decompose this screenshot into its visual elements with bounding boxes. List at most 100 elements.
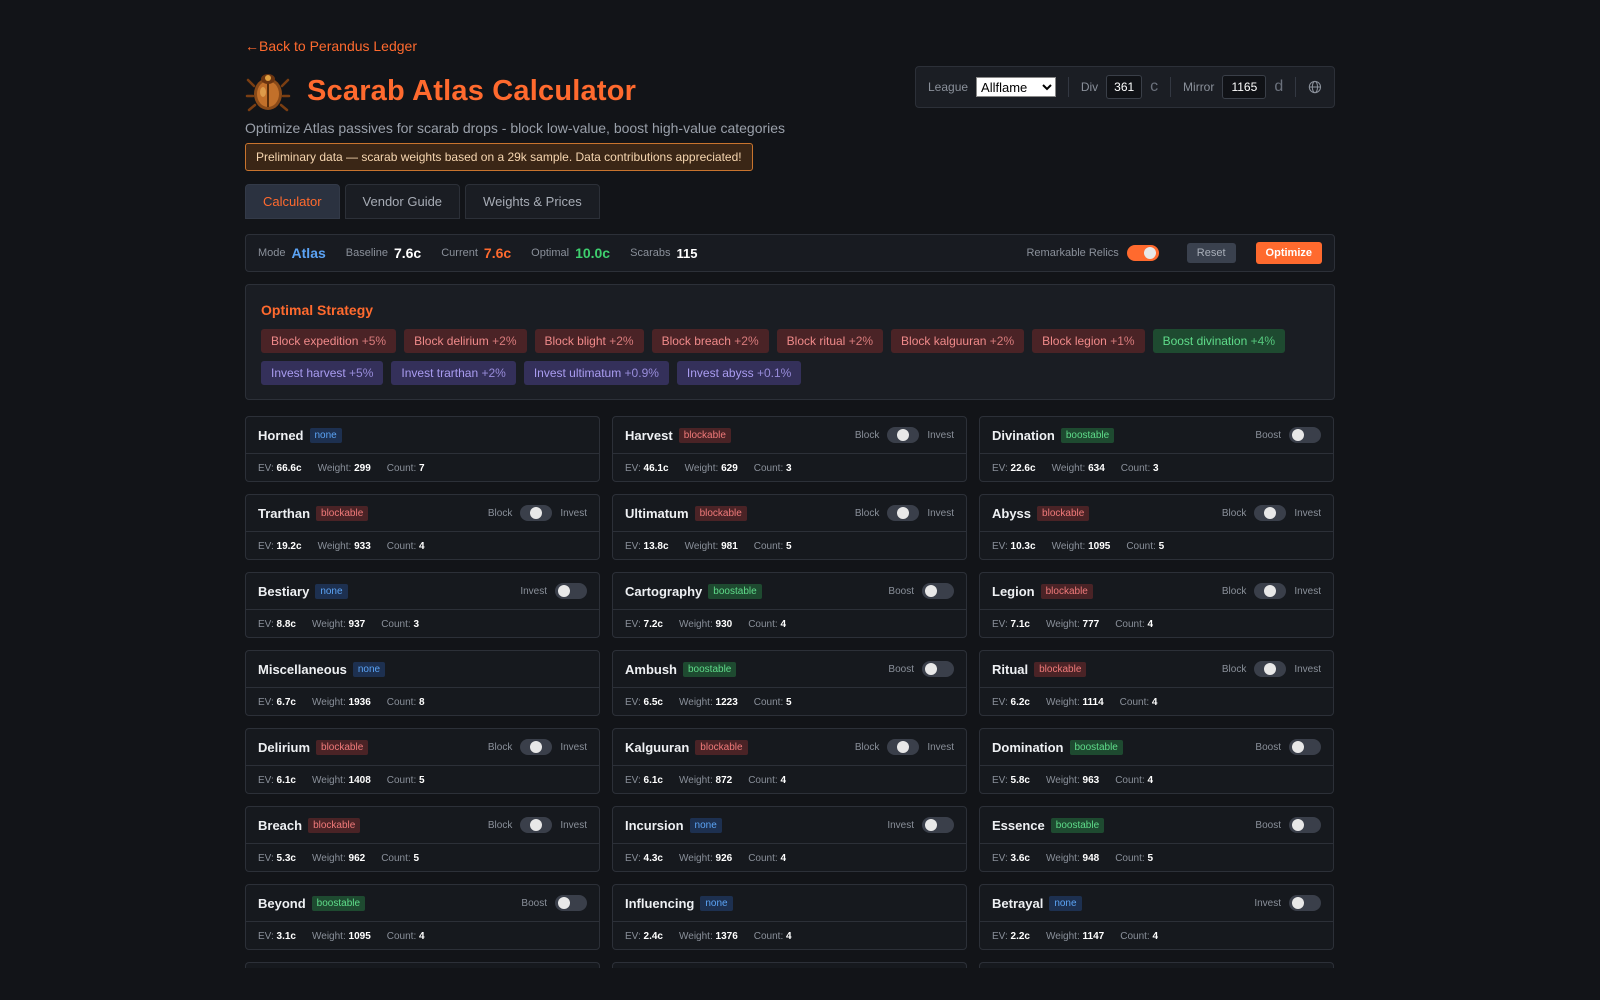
mode-value: Atlas	[291, 245, 326, 261]
ev-value: 5.8c	[1010, 774, 1030, 786]
weight-stat: Weight: 1114	[1046, 697, 1104, 708]
tab-vendor-guide[interactable]: Vendor Guide	[344, 184, 461, 219]
card-stats: EV: 5.8c Weight: 963 Count: 4	[980, 766, 1333, 794]
block-invest-toggle[interactable]	[887, 505, 920, 521]
boost-toggle[interactable]	[1289, 739, 1321, 755]
weight-stat: Weight: 926	[679, 853, 732, 864]
strategy-chip-text: Block blight	[544, 334, 606, 348]
category-controls: Invest	[520, 583, 587, 599]
strategy-chip-pct: +5%	[361, 334, 387, 348]
block-invest-toggle[interactable]	[520, 505, 553, 521]
block-invest-toggle[interactable]	[887, 427, 920, 443]
category-controls: Block Invest	[855, 739, 954, 755]
category-card: Ambush boostable Boost EV: 6.5c Weight: 1223…	[612, 650, 967, 716]
ev-stat: EV: 6.1c	[625, 775, 663, 786]
category-name: Beyond	[258, 895, 306, 911]
block-label: Block	[1221, 585, 1247, 597]
boost-toggle[interactable]	[1289, 817, 1321, 833]
invest-toggle[interactable]	[922, 817, 954, 833]
card-header: Ritual blockable Block Invest	[980, 651, 1333, 688]
weight-label: Weight:	[312, 852, 346, 864]
globe-icon[interactable]	[1308, 79, 1322, 95]
card-stats: EV: 46.1c Weight: 629 Count: 3	[613, 454, 966, 482]
boost-toggle[interactable]	[922, 583, 954, 599]
card-stats: EV: 5.3c Weight: 962 Count: 5	[246, 844, 599, 872]
category-name: Ambush	[625, 661, 677, 677]
block-invest-toggle[interactable]	[1254, 505, 1287, 521]
strategy-chip-text: Invest abyss	[686, 366, 754, 380]
block-invest-toggle[interactable]	[1254, 661, 1287, 677]
card-header: Miscellaneous none	[246, 651, 599, 688]
invest-toggle[interactable]	[1289, 895, 1321, 911]
current-label: Current	[441, 247, 478, 259]
card-stats: EV: 6.2c Weight: 1114 Count: 4	[980, 688, 1333, 716]
block-invest-toggle[interactable]	[1254, 583, 1287, 599]
weight-stat: Weight: 629	[685, 463, 738, 474]
card-header: Divination boostable Boost	[980, 417, 1333, 454]
block-invest-toggle[interactable]	[520, 739, 553, 755]
tab-calculator[interactable]: Calculator	[245, 184, 340, 219]
count-stat: Count: 3	[381, 619, 419, 630]
category-name: Incursion	[625, 817, 684, 833]
count-label: Count:	[748, 618, 778, 630]
card-header: Cartography boostable Boost	[613, 573, 966, 610]
count-label: Count:	[386, 930, 417, 942]
tab-bar: Calculator Vendor Guide Weights & Prices	[245, 184, 600, 219]
boost-toggle[interactable]	[922, 661, 954, 677]
boost-toggle[interactable]	[555, 895, 587, 911]
remarkable-relics-toggle[interactable]	[1126, 245, 1159, 261]
category-card: Delirium blockable Block Invest EV: 6.1c Weig…	[245, 728, 600, 794]
category-name: Essence	[992, 817, 1045, 833]
block-invest-toggle[interactable]	[520, 817, 553, 833]
div-unit: c	[1150, 78, 1159, 95]
count-value: 5	[419, 774, 425, 786]
back-link[interactable]: ←Back to Perandus Ledger	[245, 38, 417, 54]
boost-toggle[interactable]	[1289, 427, 1321, 443]
reset-button[interactable]: Reset	[1186, 243, 1236, 263]
count-stat: Count: 7	[387, 463, 425, 474]
category-controls: Block Invest	[488, 739, 587, 755]
count-label: Count:	[386, 540, 417, 552]
card-stats: EV: 6.1c Weight: 1408 Count: 5	[246, 766, 599, 794]
count-value: 5	[413, 852, 420, 864]
count-label: Count:	[753, 930, 784, 942]
weight-label: Weight:	[1046, 696, 1080, 708]
block-label: Block	[1221, 663, 1247, 675]
count-stat: Count: 5	[1126, 541, 1164, 552]
category-card: Divination boostable Boost EV: 22.6c Weight:…	[979, 416, 1334, 482]
ev-label: EV:	[625, 930, 641, 942]
weight-label: Weight:	[679, 618, 713, 630]
block-label: Block	[854, 741, 880, 753]
league-select[interactable]: Allflame	[976, 77, 1056, 97]
strategy-chip-text: Boost divination	[1162, 334, 1248, 348]
weight-value: 962	[348, 852, 366, 864]
weight-label: Weight:	[312, 696, 346, 708]
mirror-price-input[interactable]	[1222, 75, 1267, 99]
strategy-chip-pct: +2%	[492, 334, 517, 348]
category-card: Ritual blockable Block Invest EV: 6.2c Weight…	[979, 650, 1334, 716]
ev-stat: EV: 6.7c	[258, 697, 296, 708]
count-label: Count:	[381, 852, 411, 864]
block-label: Block	[854, 507, 880, 519]
category-card: Ultimatum blockable Block Invest EV: 13.8c We…	[612, 494, 967, 560]
optimize-button[interactable]: Optimize	[1255, 242, 1322, 264]
category-name: Betrayal	[992, 895, 1044, 911]
category-card: Essence boostable Boost EV: 3.6c Weight: 948…	[979, 806, 1334, 872]
ev-stat: EV: 5.3c	[258, 853, 296, 864]
category-badge: boostable	[708, 583, 762, 599]
weight-stat: Weight: 930	[679, 619, 732, 630]
block-invest-toggle[interactable]	[887, 739, 920, 755]
category-badge: none	[1049, 895, 1082, 911]
weight-label: Weight:	[684, 540, 719, 552]
tab-weights-prices[interactable]: Weights & Prices	[465, 184, 600, 219]
strategy-chip-pct: +1%	[1110, 334, 1135, 348]
scarabs-value: 115	[676, 245, 698, 261]
category-card: Cartography boostable Boost EV: 7.2c Weight:…	[612, 572, 967, 638]
invest-toggle[interactable]	[555, 583, 587, 599]
data-notice: Preliminary data — scarab weights based …	[245, 143, 753, 171]
div-price-input[interactable]	[1106, 75, 1143, 99]
ev-stat: EV: 5.8c	[992, 775, 1030, 786]
card-header: Legion blockable Block Invest	[980, 573, 1333, 610]
ev-label: EV:	[992, 852, 1008, 864]
ev-stat: EV: 3.6c	[992, 853, 1030, 864]
